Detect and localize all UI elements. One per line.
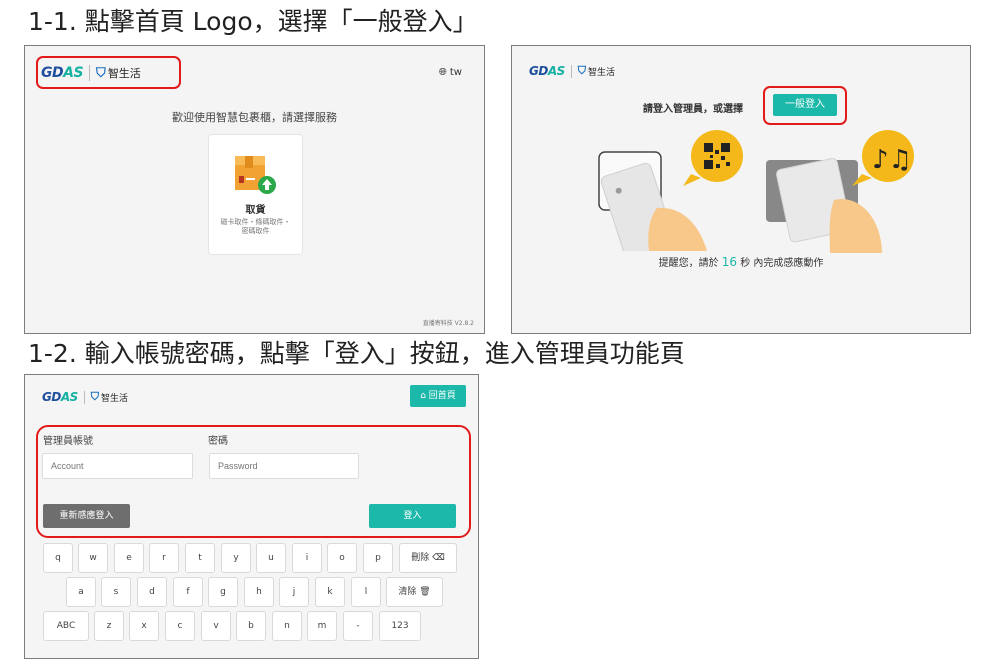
key-y[interactable]: y xyxy=(221,543,251,573)
pickup-title: 取貨 xyxy=(245,205,266,216)
key-abc[interactable]: ABC xyxy=(43,611,89,641)
key-n[interactable]: n xyxy=(272,611,302,641)
welcome-text: 歡迎使用智慧包裹櫃，請選擇服務 xyxy=(172,111,337,124)
globe-icon: 🌐︎ xyxy=(438,67,447,78)
key-e[interactable]: e xyxy=(114,543,144,573)
clear-key[interactable]: 清除 🗑︎ xyxy=(386,577,443,607)
key-q[interactable]: q xyxy=(43,543,73,573)
key-dash[interactable]: - xyxy=(343,611,373,641)
countdown-seconds: 16 xyxy=(721,255,738,269)
key-w[interactable]: w xyxy=(78,543,108,573)
key-h[interactable]: h xyxy=(244,577,274,607)
logo-highlight xyxy=(36,56,181,89)
key-g[interactable]: g xyxy=(208,577,238,607)
key-c[interactable]: c xyxy=(165,611,195,641)
hand-card-illustration: ♪♫ xyxy=(766,130,914,253)
hand-phone-illustration xyxy=(598,130,743,251)
key-r[interactable]: r xyxy=(149,543,179,573)
backspace-icon: ⌫ xyxy=(432,553,445,563)
reminder-text: 提醒您，請於 16 秒 內完成感應動作 xyxy=(658,255,824,269)
general-login-highlight xyxy=(763,86,847,125)
key-l[interactable]: l xyxy=(351,577,381,607)
admin-prompt-panel: GDAS ⛉ 智生活 請登入管理員，或選擇 一般登入 ♪♫ 提醒您，請於 16 … xyxy=(511,45,971,334)
admin-prompt-text: 請登入管理員，或選擇 xyxy=(643,104,743,115)
key-t[interactable]: t xyxy=(185,543,215,573)
key-a[interactable]: a xyxy=(66,577,96,607)
login-logo: GDAS ⛉ 智生活 xyxy=(42,390,129,404)
login-form-highlight xyxy=(36,425,471,538)
step2-heading: 1-2. 輸入帳號密碼，點擊「登入」按鈕，進入管理員功能頁 xyxy=(28,339,685,368)
version-text: 直播寄科技 V2.8.2 xyxy=(422,320,474,327)
key-123[interactable]: 123 xyxy=(379,611,421,641)
zhishenghuo-icon: ⛉ xyxy=(90,390,99,403)
key-s[interactable]: s xyxy=(101,577,131,607)
pickup-desc-2: 密碼取件 xyxy=(241,227,270,235)
back-home-button[interactable]: ⌂ 回首頁 xyxy=(410,385,466,407)
key-m[interactable]: m xyxy=(307,611,337,641)
key-z[interactable]: z xyxy=(94,611,124,641)
step1-heading: 1-1. 點擊首頁 Logo，選擇「一般登入」 xyxy=(28,7,478,36)
key-u[interactable]: u xyxy=(256,543,286,573)
language-switch[interactable]: 🌐︎ tw xyxy=(439,67,462,78)
admin-logo: GDAS ⛉ 智生活 xyxy=(529,64,616,78)
key-v[interactable]: v xyxy=(201,611,231,641)
package-icon xyxy=(235,156,276,194)
key-j[interactable]: j xyxy=(279,577,309,607)
key-b[interactable]: b xyxy=(236,611,266,641)
key-p[interactable]: p xyxy=(363,543,393,573)
key-x[interactable]: x xyxy=(129,611,159,641)
key-o[interactable]: o xyxy=(327,543,357,573)
key-i[interactable]: i xyxy=(292,543,322,573)
home-icon: ⌂ xyxy=(420,391,426,401)
delete-key[interactable]: 刪除 ⌫ xyxy=(399,543,457,573)
svg-text:♪♫: ♪♫ xyxy=(872,145,912,175)
key-f[interactable]: f xyxy=(173,577,203,607)
key-d[interactable]: d xyxy=(137,577,167,607)
key-k[interactable]: k xyxy=(315,577,345,607)
zhishenghuo-icon: ⛉ xyxy=(577,64,586,77)
trash-icon: 🗑︎ xyxy=(419,587,431,597)
pickup-card[interactable]: 取貨 磁卡取件・條碼取件・ 密碼取件 xyxy=(208,134,303,255)
